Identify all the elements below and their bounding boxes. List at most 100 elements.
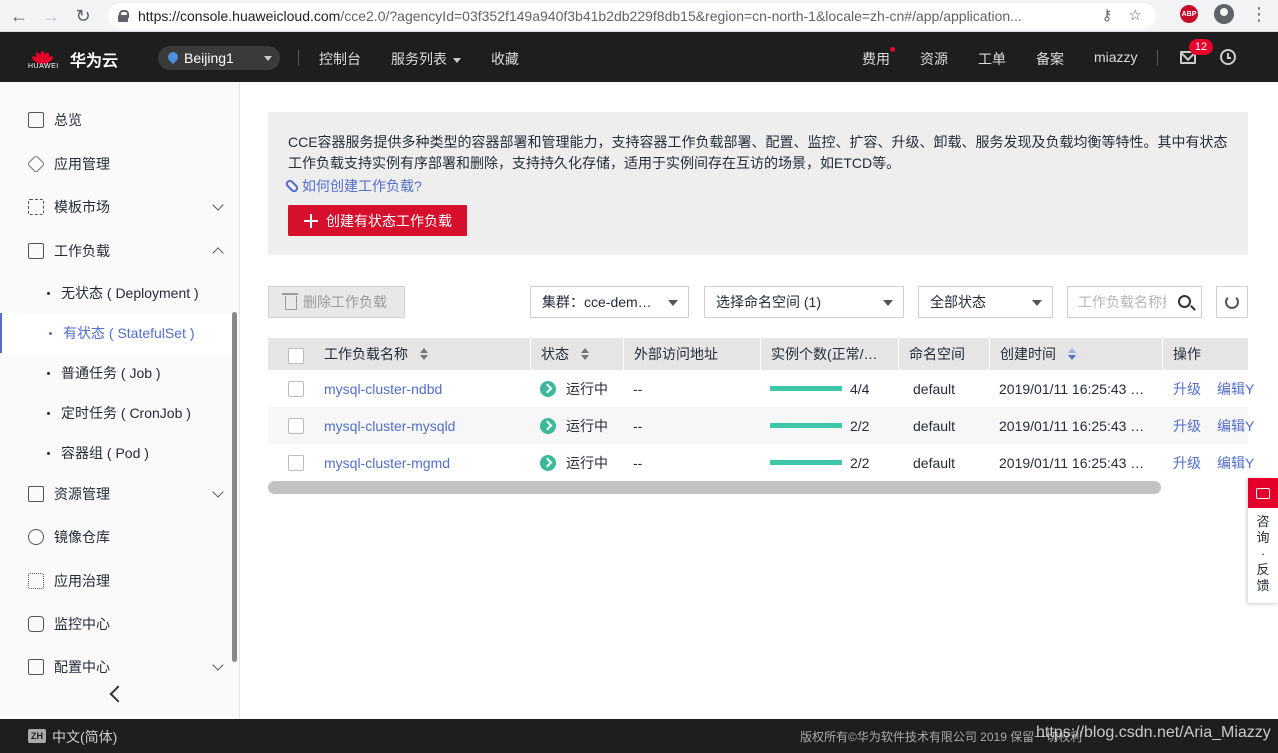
user-menu[interactable]: miazzy xyxy=(1094,49,1138,65)
intro-panel: CCE容器服务提供多种类型的容器部署和管理能力，支持容器工作负载部署、配置、监控… xyxy=(268,112,1248,255)
sidebar-item-template-market[interactable]: 模板市场 xyxy=(0,187,239,227)
dropdown-arrow-icon xyxy=(668,300,678,306)
address-bar[interactable]: https://console.huaweicloud.com/cce2.0/?… xyxy=(108,3,1156,29)
menu-kebab-icon[interactable]: ⋮ xyxy=(1250,5,1268,23)
refresh-icon xyxy=(1225,295,1239,309)
config-icon xyxy=(28,659,44,675)
sidebar-item-image-registry[interactable]: 镜像仓库 xyxy=(0,517,239,557)
sidebar-subitem-deployment[interactable]: 无状态 ( Deployment ) xyxy=(0,273,236,313)
external-address: -- xyxy=(633,454,643,471)
workload-name-link[interactable]: mysql-cluster-ndbd xyxy=(324,381,442,397)
col-status[interactable]: 状态 xyxy=(530,338,623,370)
upgrade-link[interactable]: 升级 xyxy=(1173,416,1201,436)
sidebar-subitem-label: 无状态 ( Deployment ) xyxy=(61,285,199,301)
nav-tickets[interactable]: 工单 xyxy=(978,49,1006,69)
sidebar: 总览 应用管理 模板市场 工作负载 无状态 ( Deployment ) 有状态… xyxy=(0,82,240,719)
brand-name[interactable]: 华为云 xyxy=(70,47,118,71)
cluster-select[interactable]: 集群：cce-dem… xyxy=(530,286,689,318)
sidebar-item-app-management[interactable]: 应用管理 xyxy=(0,144,239,184)
bullet-icon xyxy=(47,371,50,375)
chevron-up-icon[interactable] xyxy=(212,247,224,259)
sidebar-item-workload[interactable]: 工作负载 xyxy=(0,231,239,271)
nav-favorites[interactable]: 收藏 xyxy=(491,49,519,69)
footer: ZH 中文(简体) 版权所有©华为软件技术有限公司 2019 保留一切权利 ht… xyxy=(0,719,1278,753)
dropdown-arrow-icon xyxy=(883,300,893,306)
bullet-icon xyxy=(47,291,50,295)
status-select-value: 全部状态 xyxy=(930,294,986,310)
collapse-sidebar-icon[interactable] xyxy=(109,685,127,703)
url-path: /cce2.0/?agencyId=03f352f149a940f3b41b2d… xyxy=(340,8,1022,24)
sort-icon[interactable] xyxy=(1068,347,1078,361)
sidebar-item-overview[interactable]: 总览 xyxy=(0,100,239,140)
bookmark-star-icon[interactable]: ☆ xyxy=(1129,6,1142,24)
table-horizontal-scrollbar[interactable] xyxy=(268,481,1161,494)
feedback-header xyxy=(1248,478,1278,508)
select-all-checkbox[interactable] xyxy=(288,348,304,364)
sidebar-item-label: 监控中心 xyxy=(54,616,110,632)
sidebar-subitem-label: 定时任务 ( CronJob ) xyxy=(61,405,191,421)
workload-name-link[interactable]: mysql-cluster-mgmd xyxy=(324,455,450,471)
status-select[interactable]: 全部状态 xyxy=(918,286,1053,318)
sort-icon[interactable] xyxy=(581,347,591,361)
sidebar-subitem-pod[interactable]: 容器组 ( Pod ) xyxy=(0,433,236,473)
profile-icon[interactable] xyxy=(1214,4,1234,24)
upgrade-link[interactable]: 升级 xyxy=(1173,453,1201,473)
region-selector[interactable]: Beijing1 xyxy=(158,46,280,70)
search-icon[interactable] xyxy=(1178,295,1191,308)
nav-filing[interactable]: 备案 xyxy=(1036,49,1064,69)
sidebar-item-label: 资源管理 xyxy=(54,486,110,502)
edit-yaml-link[interactable]: 编辑Y xyxy=(1217,416,1254,436)
workload-name-link[interactable]: mysql-cluster-mysqld xyxy=(324,418,455,434)
col-namespace: 命名空间 xyxy=(898,338,989,370)
sidebar-item-monitoring[interactable]: 监控中心 xyxy=(0,604,239,644)
forward-icon[interactable]: → xyxy=(36,2,66,30)
message-count-badge: 12 xyxy=(1189,39,1213,55)
create-statefulset-button[interactable]: 创建有状态工作负载 xyxy=(288,205,467,236)
delete-workload-button[interactable]: 删除工作负载 xyxy=(268,286,405,318)
nav-resources[interactable]: 资源 xyxy=(920,49,948,69)
huawei-logo[interactable]: HUAWEI xyxy=(28,41,58,73)
sort-icon[interactable] xyxy=(420,347,430,361)
plus-icon xyxy=(304,213,318,228)
sidebar-item-label: 应用治理 xyxy=(54,573,110,589)
sidebar-item-config-center[interactable]: 配置中心 xyxy=(0,647,239,687)
language-selector[interactable]: 中文(简体) xyxy=(52,727,117,747)
sidebar-subitem-job[interactable]: 普通任务 ( Job ) xyxy=(0,353,236,393)
reload-icon[interactable]: ↻ xyxy=(68,2,98,30)
chevron-down-icon[interactable] xyxy=(212,199,224,211)
row-checkbox[interactable] xyxy=(288,381,304,397)
clock-icon[interactable] xyxy=(1220,49,1236,65)
help-link[interactable]: 如何创建工作负载? xyxy=(284,176,1228,196)
sidebar-subitem-cronjob[interactable]: 定时任务 ( CronJob ) xyxy=(0,393,236,433)
row-checkbox[interactable] xyxy=(288,418,304,434)
nav-billing[interactable]: 费用 xyxy=(862,49,890,69)
chevron-down-icon[interactable] xyxy=(212,486,224,498)
language-badge[interactable]: ZH xyxy=(28,729,46,743)
sidebar-item-app-governance[interactable]: 应用治理 xyxy=(0,561,239,601)
upgrade-link[interactable]: 升级 xyxy=(1173,379,1201,399)
adblock-icon[interactable]: ABP xyxy=(1180,5,1198,23)
col-external: 外部访问地址 xyxy=(623,338,760,370)
col-created[interactable]: 创建时间 xyxy=(989,338,1162,370)
search-input[interactable]: 工作负载名称搜索 xyxy=(1067,286,1202,318)
namespace-select[interactable]: 选择命名空间 (1) xyxy=(704,286,904,318)
sidebar-subitem-label: 有状态 ( StatefulSet ) xyxy=(63,325,195,341)
key-icon[interactable]: ⚷ xyxy=(1102,6,1113,24)
sidebar-subitem-statefulset[interactable]: 有状态 ( StatefulSet ) xyxy=(0,313,236,353)
chevron-down-icon[interactable] xyxy=(212,659,224,671)
instance-progress-bar xyxy=(770,386,842,391)
console-header: HUAWEI 华为云 Beijing1 控制台 服务列表 收藏 费用 资源 工单… xyxy=(0,32,1278,82)
nav-console[interactable]: 控制台 xyxy=(319,49,361,69)
bullet-icon xyxy=(47,411,50,415)
sidebar-scrollbar[interactable] xyxy=(232,312,237,662)
edit-yaml-link[interactable]: 编辑Y xyxy=(1217,453,1254,473)
sidebar-item-resource-management[interactable]: 资源管理 xyxy=(0,474,239,514)
feedback-tab[interactable]: 咨询 · 反馈 xyxy=(1248,478,1278,603)
nav-service-list[interactable]: 服务列表 xyxy=(391,49,461,69)
refresh-button[interactable] xyxy=(1216,286,1248,318)
col-name[interactable]: 工作负载名称 xyxy=(324,338,529,370)
row-checkbox[interactable] xyxy=(288,455,304,471)
intro-text: CCE容器服务提供多种类型的容器部署和管理能力，支持容器工作负载部署、配置、监控… xyxy=(288,134,1228,171)
back-icon[interactable]: ← xyxy=(4,2,34,30)
edit-yaml-link[interactable]: 编辑Y xyxy=(1217,379,1254,399)
